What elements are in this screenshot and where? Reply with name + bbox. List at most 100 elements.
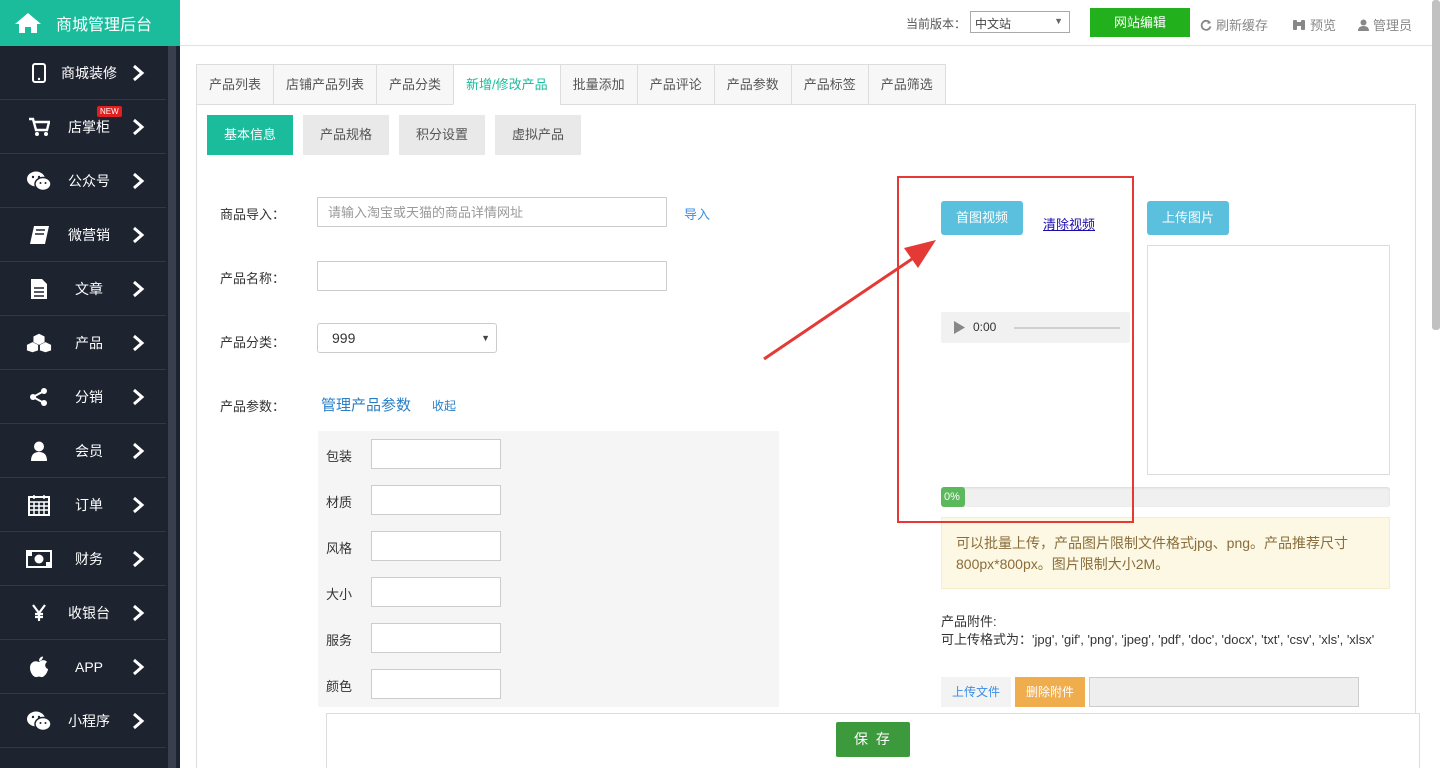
chevron-right-icon [133,280,145,298]
category-value: 999 [332,330,356,346]
sidebar-item[interactable]: 会员 [0,424,166,478]
highlight-box [897,176,1134,523]
sidebar-item-label: 分销 [75,388,103,405]
sidebar-item[interactable]: 公众号 [0,154,166,208]
sidebar-item-label: 会员 [75,442,103,459]
cubes-icon [26,331,52,355]
sidebar-item-label: 商城装修 [61,64,117,81]
sidebar-item-label: 小程序 [68,712,110,729]
wechat-icon [26,169,52,193]
category-select[interactable]: 999 ▼ [317,323,497,353]
document-icon [26,277,52,301]
name-label: 产品名称： [220,271,286,286]
dropdown-caret-icon: ▼ [481,333,490,343]
preview-label: 预览 [1310,18,1337,33]
main-tab[interactable]: 产品列表 [196,64,274,105]
refresh-label: 刷新缓存 [1216,18,1269,33]
admin-label: 管理员 [1373,18,1413,33]
sidebar-item[interactable]: 微营销 [0,208,166,262]
param-input[interactable] [371,485,501,515]
chevron-right-icon [133,496,145,514]
chevron-right-icon [133,64,145,82]
collapse-link[interactable]: 收起 [432,397,456,414]
chevron-right-icon [133,118,145,136]
subtab-virtual[interactable]: 虚拟产品 [495,115,581,155]
cart-icon [26,115,52,139]
chevron-right-icon [133,604,145,622]
param-input[interactable] [371,623,501,653]
main-tab[interactable]: 新增/修改产品 [453,64,560,105]
main-tab[interactable]: 批量添加 [559,64,637,105]
apple-icon [26,655,52,679]
param-input[interactable] [371,531,501,561]
app-title: 商城管理后台 [56,17,153,34]
save-button[interactable]: 保 存 [836,722,910,757]
sidebar-item[interactable]: 商城装修 [0,46,166,100]
sidebar-item-label: 财务 [75,550,103,567]
sidebar-item-label: 收银台 [68,604,110,621]
param-label: 材质 [326,495,353,510]
main-tab[interactable]: 产品筛选 [867,64,946,105]
sidebar-item-label: 订单 [75,496,103,513]
sidebar-item[interactable]: 收银台 [0,586,166,640]
param-label: 风格 [326,541,353,556]
main-tab[interactable]: 店铺产品列表 [273,64,377,105]
sidebar-item[interactable]: APP [0,640,166,694]
param-input[interactable] [371,439,501,469]
main-tab[interactable]: 产品分类 [376,64,454,105]
refresh-cache-link[interactable]: 刷新缓存 [1200,15,1268,34]
chevron-right-icon [133,388,145,406]
sidebar-item-label: 公众号 [68,172,110,189]
refresh-icon [1200,19,1212,31]
upload-tip: 可以批量上传，产品图片限制文件格式jpg、png。产品推荐尺寸800px*800… [941,517,1390,589]
brand-bar[interactable]: 商城管理后台 [0,0,180,46]
chevron-right-icon [133,658,145,676]
sidebar-item[interactable]: 财务 [0,532,166,586]
sidebar-item[interactable]: 小程序 [0,694,166,748]
subtab-points[interactable]: 积分设置 [399,115,485,155]
chevron-right-icon [133,226,145,244]
main-tab[interactable]: 产品标签 [790,64,868,105]
sidebar-scrollbar[interactable] [168,46,176,768]
share-icon [26,385,52,409]
user-icon [26,439,52,463]
import-label: 商品导入： [220,207,286,222]
calendar-icon [26,493,52,517]
category-label: 产品分类： [220,335,286,350]
sidebar-item[interactable]: 分销 [0,370,166,424]
upload-image-button[interactable]: 上传图片 [1147,201,1229,235]
main-tab[interactable]: 产品评论 [636,64,714,105]
subtab-basic-info[interactable]: 基本信息 [207,115,293,155]
sidebar-item-label: 文章 [75,280,103,297]
delete-attachment-button[interactable]: 删除附件 [1015,677,1085,707]
page-scrollbar[interactable] [1432,0,1440,330]
sidebar-item[interactable]: 订单 [0,478,166,532]
sidebar-item[interactable]: 店掌柜 NEW [0,100,166,154]
home-icon [15,13,41,33]
manage-params-link[interactable]: 管理产品参数 [321,394,411,415]
import-link[interactable]: 导入 [684,204,710,223]
upload-file-button[interactable]: 上传文件 [941,677,1011,707]
attachment-title: 产品附件: [941,614,997,629]
import-url-input[interactable] [317,197,667,227]
product-name-input[interactable] [317,261,667,291]
site-edit-button[interactable]: 网站编辑 [1090,8,1190,37]
yen-icon [26,601,52,625]
top-header: 当前版本： 中文站 ▼ 网站编辑 刷新缓存 预览 管理员 [180,0,1440,46]
chevron-right-icon [133,442,145,460]
sidebar-item[interactable]: 文章 [0,262,166,316]
param-input[interactable] [371,577,501,607]
param-input[interactable] [371,669,501,699]
sidebar-menu: 商城装修店掌柜 NEW 公众号微营销文章产品分销会员订单财务收银台 APP 小程序 [0,46,180,748]
mobile-icon [26,61,52,85]
sidebar-item[interactable]: 产品 [0,316,166,370]
sidebar-item-label: 微营销 [68,226,110,243]
image-preview-box [1147,245,1390,475]
attachment-formats: 可上传格式为：'jpg', 'gif', 'png', 'jpeg', 'pdf… [941,632,1375,647]
sidebar: 商城管理后台 商城装修店掌柜 NEW 公众号微营销文章产品分销会员订单财务收银台 AP… [0,0,180,768]
subtab-spec[interactable]: 产品规格 [303,115,389,155]
version-select[interactable]: 中文站 ▼ [970,11,1070,33]
admin-link[interactable]: 管理员 [1358,15,1412,34]
main-tab[interactable]: 产品参数 [713,64,791,105]
preview-link[interactable]: 预览 [1292,15,1336,34]
